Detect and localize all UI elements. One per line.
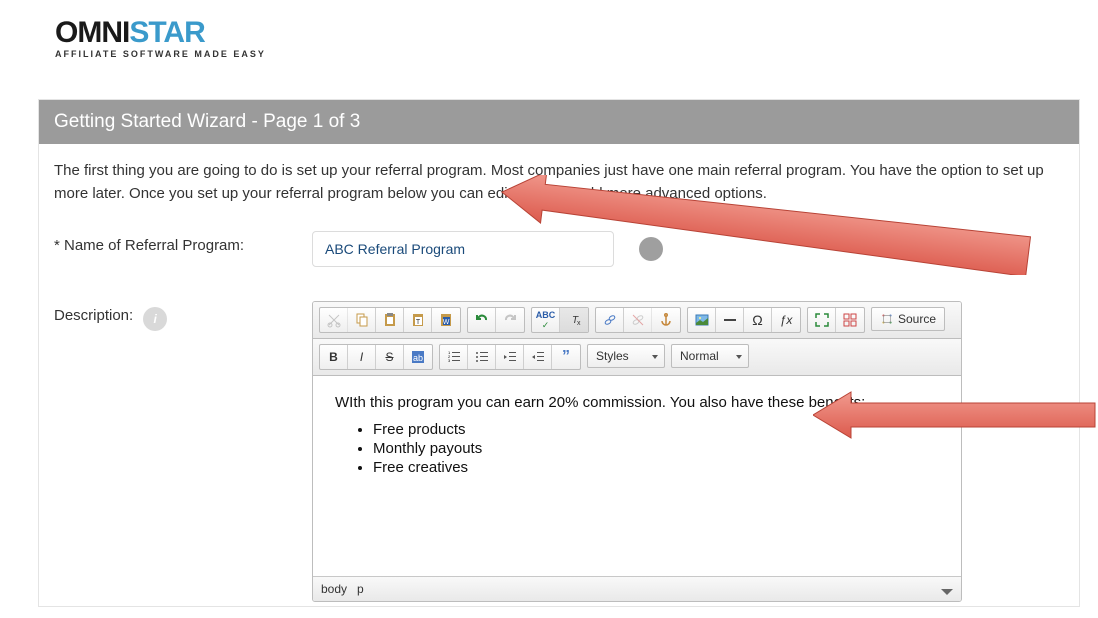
svg-text:x: x	[577, 320, 581, 327]
hint-icon[interactable]	[639, 237, 663, 261]
intro-text: The first thing you are going to do is s…	[54, 160, 1064, 205]
ol-button[interactable]: 123	[440, 345, 468, 369]
logo-omni: OMNI	[55, 16, 129, 49]
color-button[interactable]: ab	[404, 345, 432, 369]
styles-dropdown[interactable]: Styles	[587, 344, 665, 368]
showblocks-button[interactable]	[836, 308, 864, 332]
svg-text:T: T	[415, 319, 420, 326]
list-item: Monthly payouts	[373, 440, 939, 457]
undo-button[interactable]	[468, 308, 496, 332]
remove-format-button[interactable]: Tx	[560, 308, 588, 332]
copy-button[interactable]	[348, 308, 376, 332]
indent-button[interactable]	[524, 345, 552, 369]
info-icon[interactable]: i	[143, 307, 167, 331]
editor-line: WIth this program you can earn 20% commi…	[335, 394, 939, 411]
name-label: * Name of Referral Program:	[54, 231, 312, 267]
logo-tagline: AFFILIATE SOFTWARE MADE EASY	[55, 50, 1098, 59]
elements-path: body p	[313, 576, 961, 601]
blockquote-button[interactable]: ”	[552, 345, 580, 369]
cut-button[interactable]	[320, 308, 348, 332]
path-body[interactable]: body	[321, 582, 347, 596]
source-button[interactable]: Source	[871, 307, 945, 331]
paste-button[interactable]	[376, 308, 404, 332]
math-button[interactable]: ƒx	[772, 308, 800, 332]
svg-text:3: 3	[448, 358, 451, 363]
specialchar-button[interactable]: Ω	[744, 308, 772, 332]
wizard-panel: Getting Started Wizard - Page 1 of 3 The…	[38, 99, 1080, 607]
list-item: Free creatives	[373, 459, 939, 476]
hr-button[interactable]	[716, 308, 744, 332]
spellcheck-button[interactable]: ABC✓	[532, 308, 560, 332]
svg-text:W: W	[443, 319, 450, 326]
link-button[interactable]	[596, 308, 624, 332]
toolbar-row-1: T W ABC✓ Tx	[313, 302, 961, 339]
image-button[interactable]	[688, 308, 716, 332]
maximize-button[interactable]	[808, 308, 836, 332]
ul-button[interactable]	[468, 345, 496, 369]
paste-text-button[interactable]: T	[404, 308, 432, 332]
redo-button[interactable]	[496, 308, 524, 332]
unlink-button[interactable]	[624, 308, 652, 332]
anchor-button[interactable]	[652, 308, 680, 332]
rich-text-editor: T W ABC✓ Tx	[312, 301, 962, 602]
italic-button[interactable]: I	[348, 345, 376, 369]
svg-text:ab: ab	[413, 353, 423, 363]
paste-word-button[interactable]: W	[432, 308, 460, 332]
editor-list: Free products Monthly payouts Free creat…	[335, 421, 939, 476]
bold-button[interactable]: B	[320, 345, 348, 369]
panel-title: Getting Started Wizard - Page 1 of 3	[39, 100, 1079, 144]
path-p[interactable]: p	[357, 582, 364, 596]
editor-body[interactable]: WIth this program you can earn 20% commi…	[313, 376, 961, 576]
panel-body: The first thing you are going to do is s…	[39, 144, 1079, 606]
format-dropdown[interactable]: Normal	[671, 344, 749, 368]
logo-star: STAR	[129, 16, 204, 49]
toolbar-row-2: B I S ab 123 ”	[313, 339, 961, 376]
list-item: Free products	[373, 421, 939, 438]
strike-button[interactable]: S	[376, 345, 404, 369]
referral-name-input[interactable]	[312, 231, 614, 267]
resize-handle-icon[interactable]	[941, 589, 953, 595]
outdent-button[interactable]	[496, 345, 524, 369]
logo: OMNISTAR AFFILIATE SOFTWARE MADE EASY	[0, 0, 1098, 59]
description-label: Description:	[54, 307, 133, 324]
